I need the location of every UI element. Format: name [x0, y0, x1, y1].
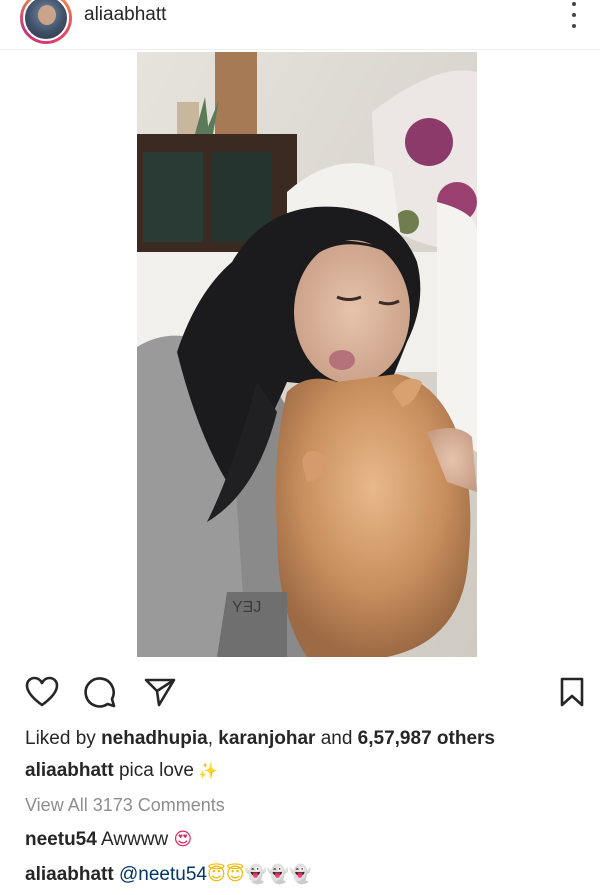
post-caption: aliaabhatt pica love ✨ — [25, 760, 218, 782]
likes-prefix: Liked by — [25, 728, 96, 749]
likes-summary: Liked by nehadhupia, karanjohar and 6,57… — [25, 728, 495, 750]
heart-icon[interactable] — [22, 672, 62, 712]
likes-and: and — [320, 728, 353, 749]
comment-item: neetu54 Awwww 😍 — [25, 829, 192, 851]
more-options-icon[interactable] — [570, 2, 578, 28]
caption-text: pica love — [118, 760, 194, 781]
likes-separator: , — [207, 728, 213, 749]
halo-emoji-icon: 😇😇 — [206, 864, 245, 885]
post-username[interactable]: aliaabhatt — [84, 4, 166, 26]
post-actions — [0, 672, 600, 714]
liker-link[interactable]: karanjohar — [218, 728, 315, 749]
comment-username[interactable]: aliaabhatt — [25, 864, 114, 885]
heart-eyes-emoji-icon: 😍 — [173, 829, 193, 850]
avatar[interactable] — [23, 0, 69, 41]
comment-text: Awwww — [101, 829, 169, 850]
caption-username[interactable]: aliaabhatt — [25, 760, 114, 781]
share-icon[interactable] — [140, 672, 180, 712]
svg-text:YƎJ: YƎJ — [232, 599, 261, 616]
likes-count-link[interactable]: 6,57,987 others — [358, 728, 495, 749]
bookmark-icon[interactable] — [552, 672, 592, 712]
view-all-comments-link[interactable]: View All 3173 Comments — [25, 795, 225, 816]
comment-mention[interactable]: @neetu54 — [119, 864, 207, 885]
post-photo[interactable]: YƎJ — [137, 52, 477, 657]
story-ring[interactable] — [20, 0, 72, 44]
photo-illustration: YƎJ — [137, 52, 477, 657]
liker-link[interactable]: nehadhupia — [101, 728, 208, 749]
comment-icon[interactable] — [80, 672, 120, 712]
ghost-emoji-icon: 👻👻👻 — [244, 864, 312, 885]
comment-item: aliaabhatt @neetu54😇😇👻👻👻 — [25, 864, 312, 886]
post-header: aliaabhatt — [0, 0, 600, 50]
comment-username[interactable]: neetu54 — [25, 829, 97, 850]
sparkles-icon: ✨ — [197, 763, 218, 780]
